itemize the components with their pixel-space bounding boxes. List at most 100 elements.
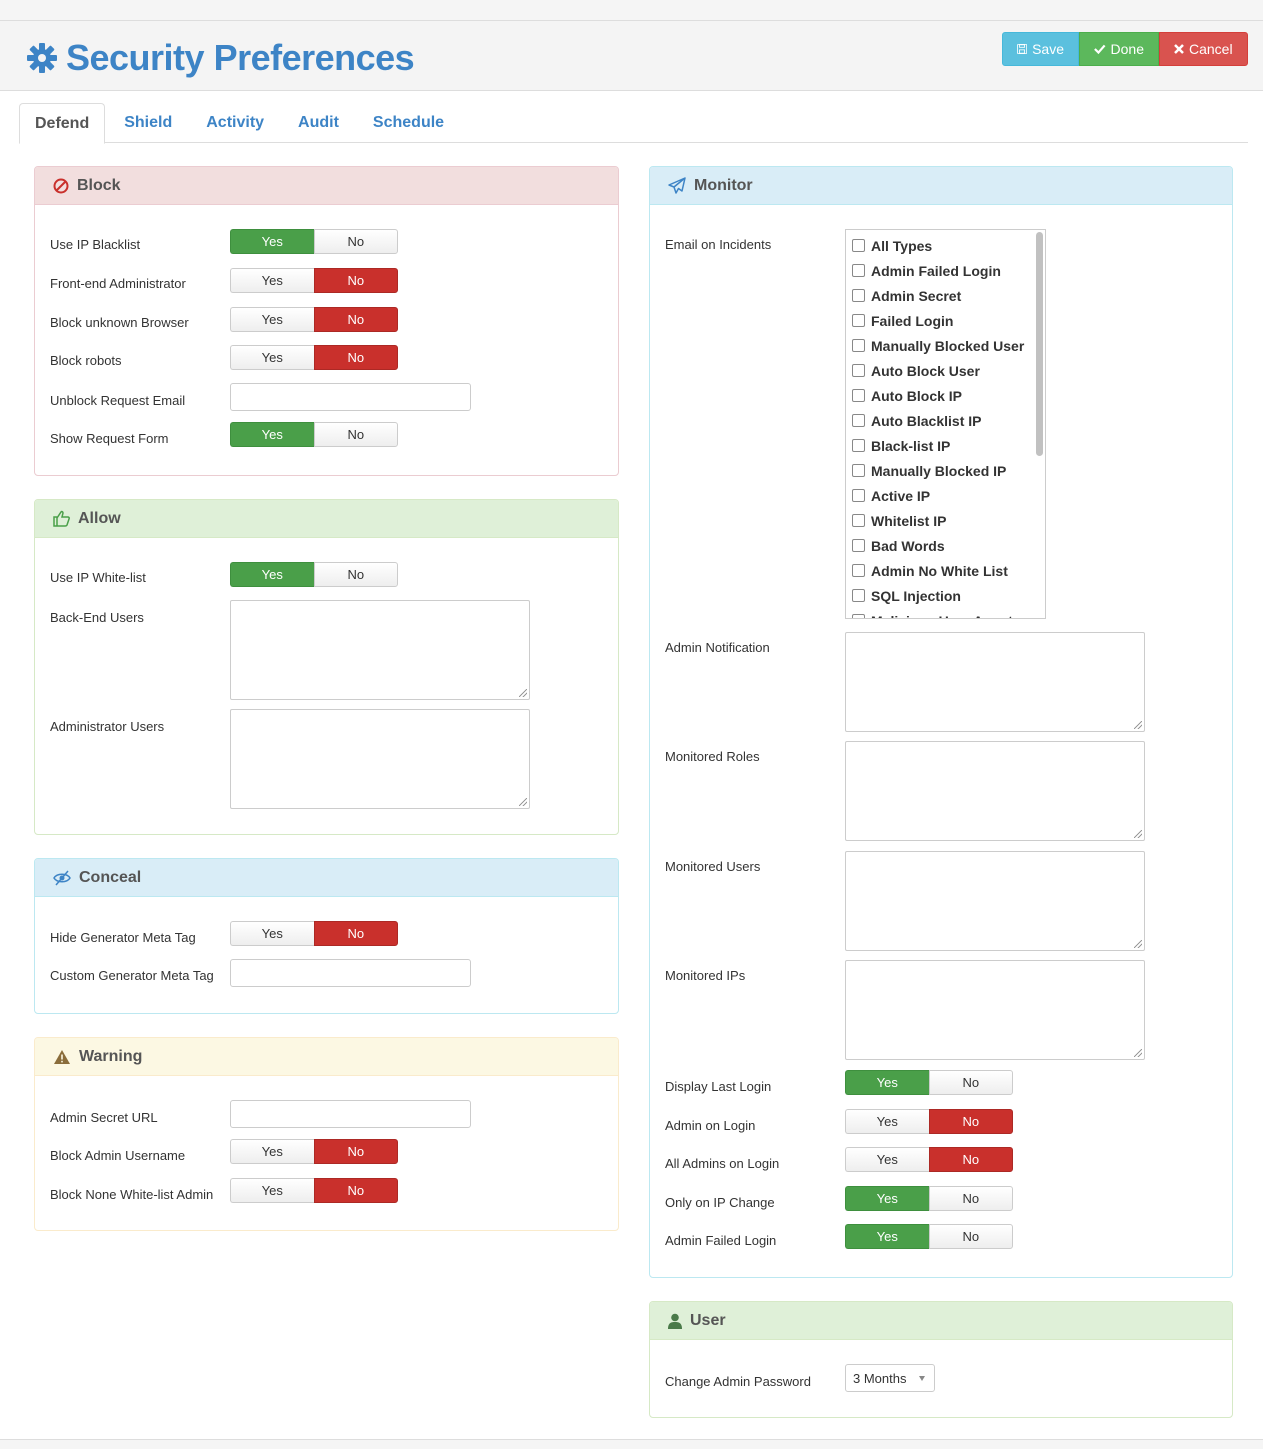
- admin-secret-url-input[interactable]: [230, 1100, 471, 1128]
- no-option[interactable]: No: [313, 1139, 398, 1164]
- use-ip-whitelist-toggle: Yes No: [230, 562, 398, 587]
- monitored-ips-textarea[interactable]: [845, 960, 1145, 1060]
- checkbox[interactable]: [852, 389, 865, 402]
- administrator-users-textarea[interactable]: [230, 709, 530, 809]
- checkbox[interactable]: [852, 289, 865, 302]
- checkbox[interactable]: [852, 264, 865, 277]
- incident-option[interactable]: Malicious User Agent: [846, 608, 1045, 618]
- monitored-roles-textarea[interactable]: [845, 741, 1145, 841]
- incident-option[interactable]: Manually Blocked User: [846, 333, 1045, 358]
- yes-option[interactable]: Yes: [845, 1224, 929, 1249]
- custom-generator-input[interactable]: [230, 959, 471, 987]
- scrollbar-thumb[interactable]: [1036, 232, 1043, 456]
- checkbox[interactable]: [852, 464, 865, 477]
- incident-option[interactable]: Auto Blacklist IP: [846, 408, 1045, 433]
- no-option[interactable]: No: [313, 921, 398, 946]
- conceal-panel-title: Conceal: [79, 868, 142, 886]
- incident-option-label: Admin Failed Login: [871, 262, 1001, 279]
- checkbox[interactable]: [852, 514, 865, 527]
- checkbox[interactable]: [852, 339, 865, 352]
- no-option[interactable]: No: [928, 1186, 1013, 1211]
- page-title: Security Preferences: [26, 37, 415, 79]
- tab-defend[interactable]: Defend: [19, 103, 106, 144]
- yes-option[interactable]: Yes: [230, 921, 314, 946]
- incident-option[interactable]: Admin Failed Login: [846, 258, 1045, 283]
- incident-option[interactable]: Failed Login: [846, 308, 1045, 333]
- yes-option[interactable]: Yes: [230, 1139, 314, 1164]
- no-option[interactable]: No: [313, 345, 398, 370]
- incident-option[interactable]: Admin No White List: [846, 558, 1045, 583]
- incident-option[interactable]: All Types: [846, 233, 1045, 258]
- block-admin-username-label: Block Admin Username: [50, 1148, 186, 1163]
- block-panel: Block Use IP Blacklist Yes No Front-end A…: [34, 166, 619, 476]
- user-panel: User Change Admin Password 3 Months: [649, 1301, 1233, 1418]
- yes-option[interactable]: Yes: [230, 1178, 314, 1203]
- incident-option[interactable]: Auto Block IP: [846, 383, 1045, 408]
- yes-option[interactable]: Yes: [845, 1070, 929, 1095]
- no-option[interactable]: No: [928, 1224, 1013, 1249]
- tab-bar: Defend Shield Activity Audit Schedule: [19, 103, 1248, 144]
- checkbox[interactable]: [852, 314, 865, 327]
- yes-option[interactable]: Yes: [230, 229, 314, 254]
- incident-option[interactable]: Manually Blocked IP: [846, 458, 1045, 483]
- tab-schedule[interactable]: Schedule: [358, 103, 459, 143]
- done-button[interactable]: Done: [1079, 32, 1159, 66]
- checkbox[interactable]: [852, 564, 865, 577]
- checkbox[interactable]: [852, 414, 865, 427]
- incident-option[interactable]: Active IP: [846, 483, 1045, 508]
- conceal-panel-heading: Conceal: [35, 859, 618, 897]
- yes-option[interactable]: Yes: [230, 268, 314, 293]
- checkbox[interactable]: [852, 539, 865, 552]
- checkbox[interactable]: [852, 589, 865, 602]
- hide-generator-label: Hide Generator Meta Tag: [50, 930, 196, 945]
- no-option[interactable]: No: [313, 307, 398, 332]
- no-option[interactable]: No: [313, 422, 398, 447]
- email-on-incidents-multiselect[interactable]: All Types Admin Failed Login Admin Secret F…: [845, 229, 1046, 619]
- incident-option[interactable]: Auto Block User: [846, 358, 1045, 383]
- block-none-whitelist-admin-toggle: Yes No: [230, 1178, 398, 1203]
- incident-option-label: Failed Login: [871, 312, 954, 329]
- yes-option[interactable]: Yes: [845, 1109, 929, 1134]
- checkbox[interactable]: [852, 239, 865, 252]
- frontend-admin-toggle: Yes No: [230, 268, 398, 293]
- yes-option[interactable]: Yes: [230, 422, 314, 447]
- no-option[interactable]: No: [928, 1147, 1013, 1172]
- yes-option[interactable]: Yes: [230, 345, 314, 370]
- cancel-label: Cancel: [1189, 41, 1233, 57]
- incident-option[interactable]: Black-list IP: [846, 433, 1045, 458]
- yes-option[interactable]: Yes: [230, 307, 314, 332]
- no-option[interactable]: No: [313, 1178, 398, 1203]
- tab-activity[interactable]: Activity: [191, 103, 279, 143]
- no-option[interactable]: No: [313, 562, 398, 587]
- no-option[interactable]: No: [313, 229, 398, 254]
- no-option[interactable]: No: [313, 268, 398, 293]
- no-option[interactable]: No: [928, 1109, 1013, 1134]
- yes-option[interactable]: Yes: [845, 1147, 929, 1172]
- incident-option[interactable]: Whitelist IP: [846, 508, 1045, 533]
- save-button[interactable]: Save: [1002, 32, 1079, 66]
- email-on-incidents-label: Email on Incidents: [665, 237, 772, 252]
- unblock-request-email-input[interactable]: [230, 383, 471, 411]
- tab-audit[interactable]: Audit: [283, 103, 354, 143]
- custom-generator-label: Custom Generator Meta Tag: [50, 968, 214, 983]
- checkbox[interactable]: [852, 364, 865, 377]
- change-admin-password-select[interactable]: 3 Months: [845, 1364, 935, 1392]
- checkbox[interactable]: [852, 489, 865, 502]
- yes-option[interactable]: Yes: [845, 1186, 929, 1211]
- save-label: Save: [1032, 41, 1064, 57]
- backend-users-textarea[interactable]: [230, 600, 530, 700]
- incident-option[interactable]: Admin Secret: [846, 283, 1045, 308]
- cancel-button[interactable]: Cancel: [1159, 32, 1248, 66]
- admin-notification-textarea[interactable]: [845, 632, 1145, 732]
- incident-option[interactable]: Bad Words: [846, 533, 1045, 558]
- tab-shield[interactable]: Shield: [109, 103, 187, 143]
- display-last-login-label: Display Last Login: [665, 1079, 772, 1094]
- no-option[interactable]: No: [928, 1070, 1013, 1095]
- monitor-panel: Monitor Email on Incidents All Types Admi…: [649, 166, 1233, 1278]
- checkbox[interactable]: [852, 439, 865, 452]
- checkbox[interactable]: [852, 614, 865, 618]
- yes-option[interactable]: Yes: [230, 562, 314, 587]
- hide-generator-toggle: Yes No: [230, 921, 398, 946]
- incident-option[interactable]: SQL Injection: [846, 583, 1045, 608]
- monitored-users-textarea[interactable]: [845, 851, 1145, 951]
